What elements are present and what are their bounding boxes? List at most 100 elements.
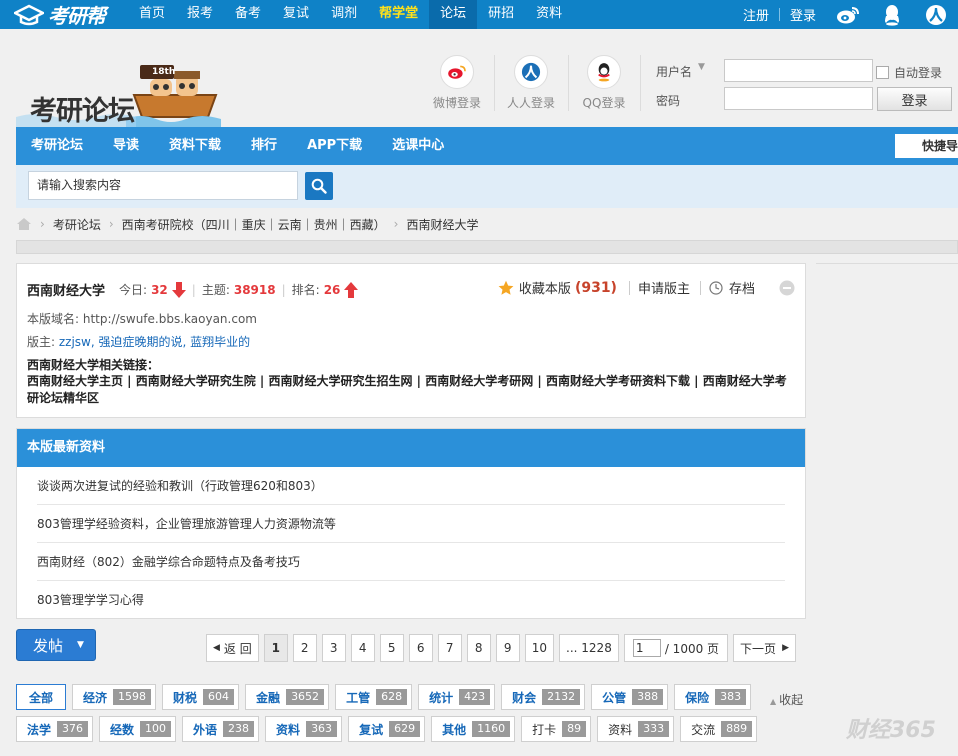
search-button[interactable]: [305, 172, 333, 200]
tag-materials[interactable]: 资料 363: [265, 716, 343, 742]
qq-login-icon: [587, 55, 621, 89]
nav-prepare[interactable]: 备考: [224, 0, 272, 29]
category-tags-row-1: 全部 经济 1598 财税 604 金融 3652 工管 628 统计 423 财会 213…: [16, 684, 757, 710]
tag-retest[interactable]: 复试 629: [348, 716, 426, 742]
top-nav-bar: 考研帮 首页 报考 备考 复试 调剂 帮学堂 论坛 研招 资料 注册 登录: [0, 0, 958, 29]
nav-materials[interactable]: 资料: [525, 0, 573, 29]
forum-brand[interactable]: 18th 考研论坛: [16, 57, 221, 127]
nav-retest[interactable]: 复试: [272, 0, 320, 29]
auto-login-label: 自动登录: [894, 66, 943, 80]
related-links[interactable]: 西南财经大学主页 | 西南财经大学研究生院 | 西南财经大学研究生招生网 | 西…: [27, 373, 797, 407]
menu-guide[interactable]: 导读: [98, 127, 154, 165]
back-button[interactable]: ◀ 返 回: [206, 634, 259, 662]
page-6[interactable]: 6: [408, 634, 433, 662]
chevron-right-icon: ›: [393, 217, 399, 231]
archive-link[interactable]: 存档: [729, 278, 755, 297]
breadcrumb-forum[interactable]: 考研论坛: [53, 216, 101, 233]
breadcrumb-region[interactable]: 西南考研院校（四川｜重庆｜云南｜贵州｜西藏）: [122, 216, 386, 233]
menu-app-download[interactable]: APP下载: [292, 127, 377, 165]
menu-forum[interactable]: 考研论坛: [16, 127, 98, 165]
page-4[interactable]: 4: [350, 634, 375, 662]
page-7[interactable]: 7: [437, 634, 462, 662]
forum-actions: 收藏本版 (931) 申请版主 存档: [498, 278, 795, 297]
nav-home[interactable]: 首页: [128, 0, 176, 29]
favorite-button[interactable]: 收藏本版: [519, 278, 571, 297]
tag-economics[interactable]: 经济 1598: [72, 684, 157, 710]
login-link[interactable]: 登录: [780, 5, 826, 24]
tag-checkin[interactable]: 打卡 89: [521, 716, 592, 742]
chevron-up-icon: ▲: [770, 697, 777, 706]
register-link[interactable]: 注册: [733, 5, 779, 24]
forum-domain: 本版域名: http://swufe.bbs.kaoyan.com: [27, 310, 257, 327]
list-item[interactable]: 谈谈两次进复试的经验和教训（行政管理620和803）: [37, 467, 785, 505]
tag-all[interactable]: 全部: [16, 684, 67, 710]
password-input[interactable]: [724, 87, 873, 110]
list-item[interactable]: 803管理学经验资料，企业管理旅游管理人力资源物流等: [37, 505, 785, 543]
page-9[interactable]: 9: [495, 634, 520, 662]
list-item[interactable]: 803管理学学习心得: [37, 581, 785, 619]
forum-moderators: 版主: zzjsw, 强迫症晚期的说, 蓝翔毕业的: [27, 333, 250, 350]
page-last[interactable]: ... 1228: [559, 634, 619, 662]
renren-icon[interactable]: [914, 0, 958, 29]
home-icon[interactable]: [16, 217, 32, 231]
star-icon[interactable]: [498, 280, 514, 296]
top-nav-right: 注册 登录: [733, 0, 958, 29]
weibo-icon[interactable]: [826, 0, 870, 29]
chevron-down-icon[interactable]: ▼: [698, 62, 705, 72]
menu-ranking[interactable]: 排行: [236, 127, 292, 165]
menu-course-center[interactable]: 选课中心: [377, 127, 459, 165]
site-logo[interactable]: 考研帮: [14, 2, 106, 28]
tag-materials-2[interactable]: 资料 333: [597, 716, 675, 742]
page-1[interactable]: 1: [263, 634, 288, 662]
weibo-login[interactable]: 微博登录: [425, 55, 489, 111]
nav-admission[interactable]: 研招: [477, 0, 525, 29]
chevron-right-icon: ▶: [782, 643, 789, 653]
tag-econ-math[interactable]: 经数 100: [99, 716, 177, 742]
page-3[interactable]: 3: [321, 634, 346, 662]
forum-header: 18th 考研论坛 微博登录 人人登录 QQ登录 用户名 ▼ 自动登录 密码 登…: [0, 29, 958, 127]
quick-nav-button[interactable]: 快捷导航: [895, 134, 958, 158]
domain-value[interactable]: http://swufe.bbs.kaoyan.com: [83, 312, 257, 326]
nav-study-hall[interactable]: 帮学堂: [368, 0, 429, 29]
tag-finance-tax[interactable]: 财税 604: [162, 684, 240, 710]
nav-transfer[interactable]: 调剂: [320, 0, 368, 29]
renren-login[interactable]: 人人登录: [499, 55, 563, 111]
list-item[interactable]: 西南财经（802）金融学综合命题特点及备考技巧: [37, 543, 785, 581]
tag-exchange[interactable]: 交流 889: [680, 716, 758, 742]
nav-apply[interactable]: 报考: [176, 0, 224, 29]
search-input[interactable]: 请输入搜索内容: [28, 171, 298, 200]
tag-statistics[interactable]: 统计 423: [418, 684, 496, 710]
auto-login-checkbox[interactable]: [876, 66, 889, 79]
menu-downloads[interactable]: 资料下载: [154, 127, 236, 165]
tag-business-admin[interactable]: 工管 628: [335, 684, 413, 710]
tag-foreign-language[interactable]: 外语 238: [182, 716, 260, 742]
tag-finance[interactable]: 金融 3652: [245, 684, 330, 710]
page-8[interactable]: 8: [466, 634, 491, 662]
page-10[interactable]: 10: [524, 634, 555, 662]
divider: [628, 280, 630, 295]
moderators-list[interactable]: zzjsw, 强迫症晚期的说, 蓝翔毕业的: [59, 335, 250, 349]
breadcrumb-current[interactable]: 西南财经大学: [406, 216, 478, 233]
related-links-label: 西南财经大学相关链接：: [27, 358, 160, 372]
page-5[interactable]: 5: [379, 634, 404, 662]
qq-login[interactable]: QQ登录: [572, 55, 636, 111]
next-page-button[interactable]: 下一页 ▶: [733, 634, 796, 662]
page-jump-input[interactable]: 1: [632, 639, 661, 657]
collapse-tags-button[interactable]: ▲ 收起: [770, 691, 803, 708]
page-2[interactable]: 2: [292, 634, 317, 662]
tag-insurance[interactable]: 保险 383: [674, 684, 752, 710]
collapse-icon[interactable]: [779, 280, 795, 296]
nav-forum[interactable]: 论坛: [429, 0, 478, 29]
main-nav: 首页 报考 备考 复试 调剂 帮学堂 论坛 研招 资料: [128, 0, 573, 29]
brand-text: 考研论坛: [30, 96, 135, 127]
login-button[interactable]: 登录: [877, 87, 952, 111]
tag-law[interactable]: 法学 376: [16, 716, 94, 742]
tag-other[interactable]: 其他 1160: [431, 716, 516, 742]
username-input[interactable]: [724, 59, 873, 82]
new-post-button[interactable]: 发帖 ▼: [16, 629, 96, 661]
tag-public-admin[interactable]: 公管 388: [591, 684, 669, 710]
apply-moderator-link[interactable]: 申请版主: [638, 278, 690, 297]
qq-icon[interactable]: [870, 0, 914, 29]
tag-accounting[interactable]: 财会 2132: [501, 684, 586, 710]
rank-value: 26: [323, 282, 341, 297]
